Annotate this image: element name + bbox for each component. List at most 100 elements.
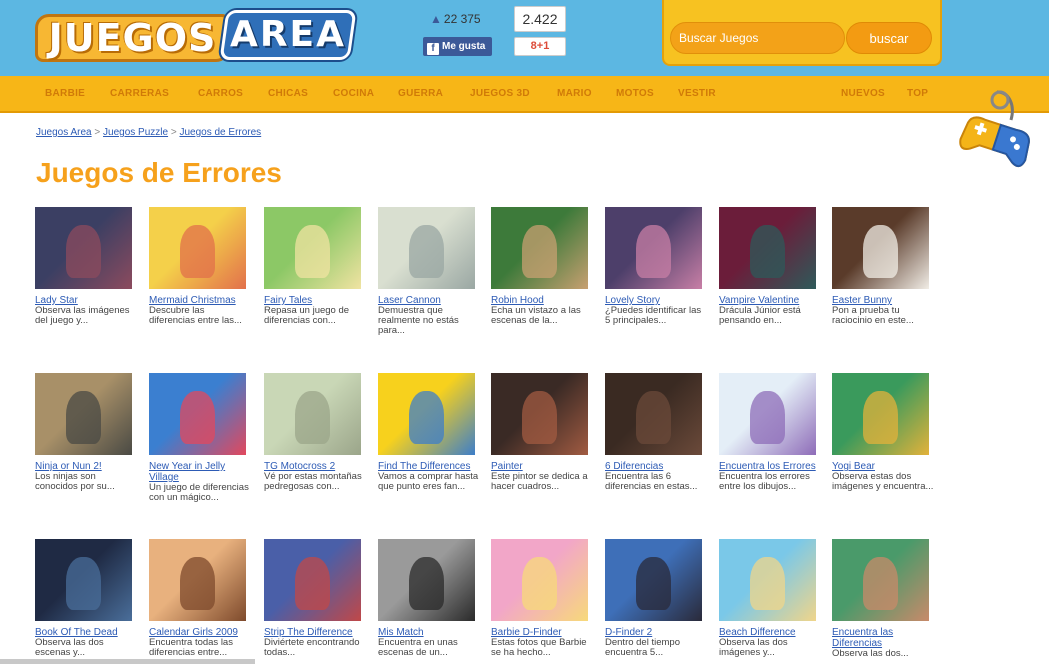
thumbnail-figure <box>180 391 215 444</box>
game-card[interactable]: Vampire Valentine Drácula Júnior está pen… <box>719 207 821 326</box>
thumbs-up-icon: ▲ <box>430 12 442 26</box>
game-card[interactable]: Ninja or Nun 2! Los ninjas son conocidos … <box>35 373 137 492</box>
nav-item-top[interactable]: TOP <box>907 88 928 99</box>
thumbnail-figure <box>863 391 898 444</box>
game-card[interactable]: Barbie D-Finder Estas fotos que Barbie se… <box>491 539 593 658</box>
game-description: Dentro del tiempo encuentra 5... <box>605 637 680 658</box>
game-thumbnail[interactable] <box>832 373 929 455</box>
breadcrumb-separator: > <box>94 127 101 138</box>
game-thumbnail[interactable] <box>605 207 702 289</box>
game-description: Vamos a comprar hasta que punto eres fan… <box>378 471 479 492</box>
nav-item-juegos-3d[interactable]: JUEGOS 3D <box>470 88 530 99</box>
nav-item-nuevos[interactable]: NUEVOS <box>841 88 885 99</box>
game-description: Un juego de diferencias con un mágico... <box>149 482 249 503</box>
nav-item-chicas[interactable]: CHICAS <box>268 88 308 99</box>
thumbnail-figure <box>522 557 557 610</box>
game-description: Observa las dos escenas y... <box>35 637 104 658</box>
thumbnail-figure <box>295 225 330 278</box>
search-button[interactable]: buscar <box>846 22 932 54</box>
game-title-link[interactable]: New Year in Jelly Village <box>149 461 251 483</box>
nav-item-guerra[interactable]: GUERRA <box>398 88 443 99</box>
game-thumbnail[interactable] <box>832 539 929 621</box>
nav-item-vestir[interactable]: VESTIR <box>678 88 716 99</box>
game-description: Encuentra en unas escenas de un... <box>378 637 458 658</box>
game-thumbnail[interactable] <box>264 539 361 621</box>
game-card[interactable]: Fairy Tales Repasa un juego de diferencia… <box>264 207 366 326</box>
game-thumbnail[interactable] <box>35 207 132 289</box>
game-thumbnail[interactable] <box>264 207 361 289</box>
thumbnail-figure <box>180 557 215 610</box>
game-description: Descubre las diferencias entre las... <box>149 305 242 326</box>
game-thumbnail[interactable] <box>491 207 588 289</box>
game-thumbnail[interactable] <box>149 373 246 455</box>
nav-item-mario[interactable]: MARIO <box>557 88 592 99</box>
game-description: Pon a prueba tu raciocinio en este... <box>832 305 914 326</box>
game-card[interactable]: Yogi Bear Observa estas dos imágenes y en… <box>832 373 934 492</box>
game-card[interactable]: Robin Hood Echa un vistazo a las escenas … <box>491 207 593 326</box>
game-thumbnail[interactable] <box>378 373 475 455</box>
game-card[interactable]: Laser Cannon Demuestra que realmente no e… <box>378 207 480 336</box>
game-thumbnail[interactable] <box>491 539 588 621</box>
game-title-link[interactable]: Encuentra las Diferencias <box>832 627 934 649</box>
game-description: ¿Puedes identificar las 5 principales... <box>605 305 702 326</box>
game-card[interactable]: 6 Diferencias Encuentra las 6 diferencias… <box>605 373 707 492</box>
game-card[interactable]: Beach Difference Observa las dos imágenes… <box>719 539 821 658</box>
game-thumbnail[interactable] <box>35 373 132 455</box>
game-thumbnail[interactable] <box>719 207 816 289</box>
game-card[interactable]: Find The Differences Vamos a comprar hast… <box>378 373 480 492</box>
nav-item-barbie[interactable]: BARBIE <box>45 88 85 99</box>
game-description: Repasa un juego de diferencias con... <box>264 305 350 326</box>
fb-like-label: Me gusta <box>442 41 486 52</box>
game-card[interactable]: Calendar Girls 2009 Encuentra todas las d… <box>149 539 251 658</box>
nav-item-cocina[interactable]: COCINA <box>333 88 374 99</box>
fb-like-button[interactable]: f Me gusta <box>423 37 492 56</box>
game-description: Los ninjas son conocidos por su... <box>35 471 115 492</box>
game-card[interactable]: TG Motocross 2 Vé por estas montañas pedr… <box>264 373 366 492</box>
game-thumbnail[interactable] <box>35 539 132 621</box>
nav-item-carreras[interactable]: CARRERAS <box>110 88 169 99</box>
game-thumbnail[interactable] <box>605 373 702 455</box>
game-card[interactable]: Encuentra las Diferencias Observa las dos… <box>832 539 934 659</box>
logo-word-juegos: JUEGOS <box>35 14 230 62</box>
game-thumbnail[interactable] <box>491 373 588 455</box>
game-thumbnail[interactable] <box>605 539 702 621</box>
thumbnail-figure <box>409 391 444 444</box>
game-card[interactable]: Mis Match Encuentra en unas escenas de un… <box>378 539 480 658</box>
game-thumbnail[interactable] <box>719 373 816 455</box>
site-logo[interactable]: JUEGOS AREA <box>35 10 357 64</box>
thumbnail-figure <box>295 557 330 610</box>
game-thumbnail[interactable] <box>378 207 475 289</box>
game-thumbnail[interactable] <box>264 373 361 455</box>
search-panel: buscar <box>662 0 942 66</box>
game-card[interactable]: Book Of The Dead Observa las dos escenas … <box>35 539 137 658</box>
breadcrumb-link-puzzle[interactable]: Juegos Puzzle <box>103 127 168 138</box>
game-thumbnail[interactable] <box>719 539 816 621</box>
game-thumbnail[interactable] <box>378 539 475 621</box>
game-card[interactable]: Lovely Story ¿Puedes identificar las 5 pr… <box>605 207 707 326</box>
thumbnail-figure <box>750 391 785 444</box>
game-description: Encuentra todas las diferencias entre... <box>149 637 233 658</box>
thumbnail-figure <box>863 557 898 610</box>
game-card[interactable]: Lady Star Observa las imágenes del juego … <box>35 207 137 326</box>
game-thumbnail[interactable] <box>149 539 246 621</box>
nav-item-carros[interactable]: CARROS <box>198 88 243 99</box>
game-card[interactable]: Encuentra los Errores Encuentra los error… <box>719 373 821 492</box>
game-card[interactable]: New Year in Jelly Village Un juego de dif… <box>149 373 251 503</box>
breadcrumb-link-current[interactable]: Juegos de Errores <box>179 127 261 138</box>
game-description: Este pintor se dedica a hacer cuadros... <box>491 471 588 492</box>
nav-item-motos[interactable]: MOTOS <box>616 88 654 99</box>
breadcrumb-link-home[interactable]: Juegos Area <box>36 127 92 138</box>
game-thumbnail[interactable] <box>832 207 929 289</box>
fb-like-count-value: 22 375 <box>443 12 481 26</box>
horizontal-scrollbar[interactable] <box>0 659 255 664</box>
game-thumbnail[interactable] <box>149 207 246 289</box>
game-card[interactable]: Easter Bunny Pon a prueba tu raciocinio e… <box>832 207 934 326</box>
search-input[interactable] <box>670 22 845 54</box>
game-card[interactable]: Painter Este pintor se dedica a hacer cua… <box>491 373 593 492</box>
game-card[interactable]: Strip The Difference Diviértete encontran… <box>264 539 366 658</box>
game-card[interactable]: Mermaid Christmas Descubre las diferencia… <box>149 207 251 326</box>
thumbnail-figure <box>636 557 671 610</box>
game-card[interactable]: D-Finder 2 Dentro del tiempo encuentra 5.… <box>605 539 707 658</box>
gplus-button[interactable]: 8+1 <box>514 37 566 56</box>
thumbnail-figure <box>750 225 785 278</box>
